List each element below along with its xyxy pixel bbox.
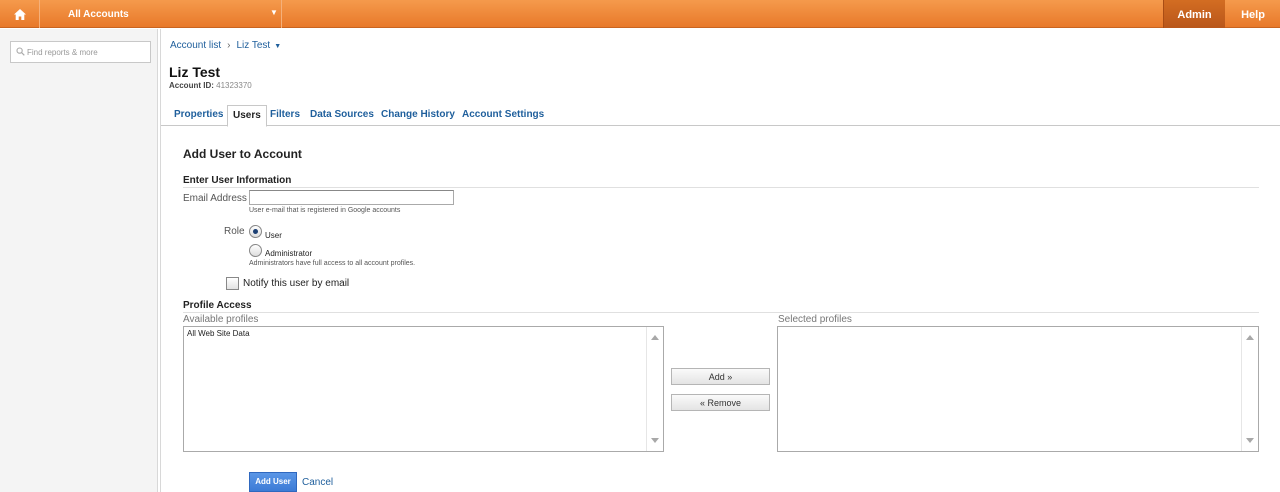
divider xyxy=(183,187,1259,188)
account-selector[interactable]: All Accounts ▼ xyxy=(40,0,282,28)
role-administrator-label: Administrator xyxy=(265,249,313,258)
administrator-hint: Administrators have full access to all a… xyxy=(249,260,416,267)
scrollbar[interactable] xyxy=(1241,327,1258,451)
scroll-up-icon[interactable] xyxy=(651,335,659,340)
scroll-down-icon[interactable] xyxy=(1246,438,1254,443)
role-user-label: User xyxy=(265,231,282,240)
user-info-heading: Enter User Information xyxy=(183,175,292,186)
search-box[interactable] xyxy=(10,41,151,63)
account-selector-label: All Accounts xyxy=(68,9,129,20)
account-id-value: 41323370 xyxy=(216,81,252,90)
email-hint: User e-mail that is registered in Google… xyxy=(249,207,401,214)
form-title: Add User to Account xyxy=(183,147,302,161)
available-profiles-list[interactable]: All Web Site Data xyxy=(183,326,664,452)
remove-profile-button[interactable]: « Remove xyxy=(671,394,770,411)
tab-bar: Properties Users Filters Data Sources Ch… xyxy=(161,105,1280,127)
email-label: Email Address xyxy=(183,193,247,204)
admin-button[interactable]: Admin xyxy=(1163,0,1225,28)
profile-access-heading: Profile Access xyxy=(183,300,252,311)
breadcrumb-separator: › xyxy=(227,40,231,51)
home-button[interactable] xyxy=(0,0,40,28)
tab-data-sources[interactable]: Data Sources xyxy=(310,105,374,126)
breadcrumb-account-list[interactable]: Account list xyxy=(170,40,221,51)
tab-properties[interactable]: Properties xyxy=(174,105,223,126)
scroll-up-icon[interactable] xyxy=(1246,335,1254,340)
divider xyxy=(183,312,1259,313)
home-icon xyxy=(13,8,26,20)
search-input[interactable] xyxy=(27,44,147,60)
cancel-link[interactable]: Cancel xyxy=(302,477,333,488)
top-navigation-bar: All Accounts ▼ Admin Help xyxy=(0,0,1280,28)
tab-account-settings[interactable]: Account Settings xyxy=(462,105,544,126)
notify-label: Notify this user by email xyxy=(243,278,350,289)
help-button[interactable]: Help xyxy=(1226,0,1280,28)
sidebar xyxy=(0,29,158,492)
tab-users[interactable]: Users xyxy=(227,105,267,127)
email-field[interactable] xyxy=(249,190,454,205)
list-item[interactable]: All Web Site Data xyxy=(187,329,250,338)
breadcrumb-current-account[interactable]: Liz Test xyxy=(236,40,270,51)
add-user-button[interactable]: Add User xyxy=(249,472,297,492)
scrollbar[interactable] xyxy=(646,327,663,451)
role-administrator-radio[interactable] xyxy=(249,244,262,257)
role-user-radio[interactable] xyxy=(249,225,262,238)
notify-checkbox[interactable] xyxy=(226,277,239,290)
selected-profiles-list[interactable] xyxy=(777,326,1259,452)
search-icon xyxy=(16,47,25,56)
breadcrumb: Account list › Liz Test ▼ xyxy=(170,40,281,51)
sidebar-divider xyxy=(158,29,161,492)
account-id-label: Account ID: xyxy=(169,81,214,90)
tab-change-history[interactable]: Change History xyxy=(381,105,455,126)
tab-filters[interactable]: Filters xyxy=(270,105,300,126)
add-profile-button[interactable]: Add » xyxy=(671,368,770,385)
chevron-down-icon[interactable]: ▼ xyxy=(274,43,281,50)
scroll-down-icon[interactable] xyxy=(651,438,659,443)
chevron-down-icon: ▼ xyxy=(270,8,278,17)
selected-profiles-label: Selected profiles xyxy=(778,314,852,325)
page-title: Liz Test xyxy=(169,64,221,80)
available-profiles-label: Available profiles xyxy=(183,314,259,325)
role-label: Role xyxy=(224,226,245,237)
account-id: Account ID: 41323370 xyxy=(169,81,252,90)
